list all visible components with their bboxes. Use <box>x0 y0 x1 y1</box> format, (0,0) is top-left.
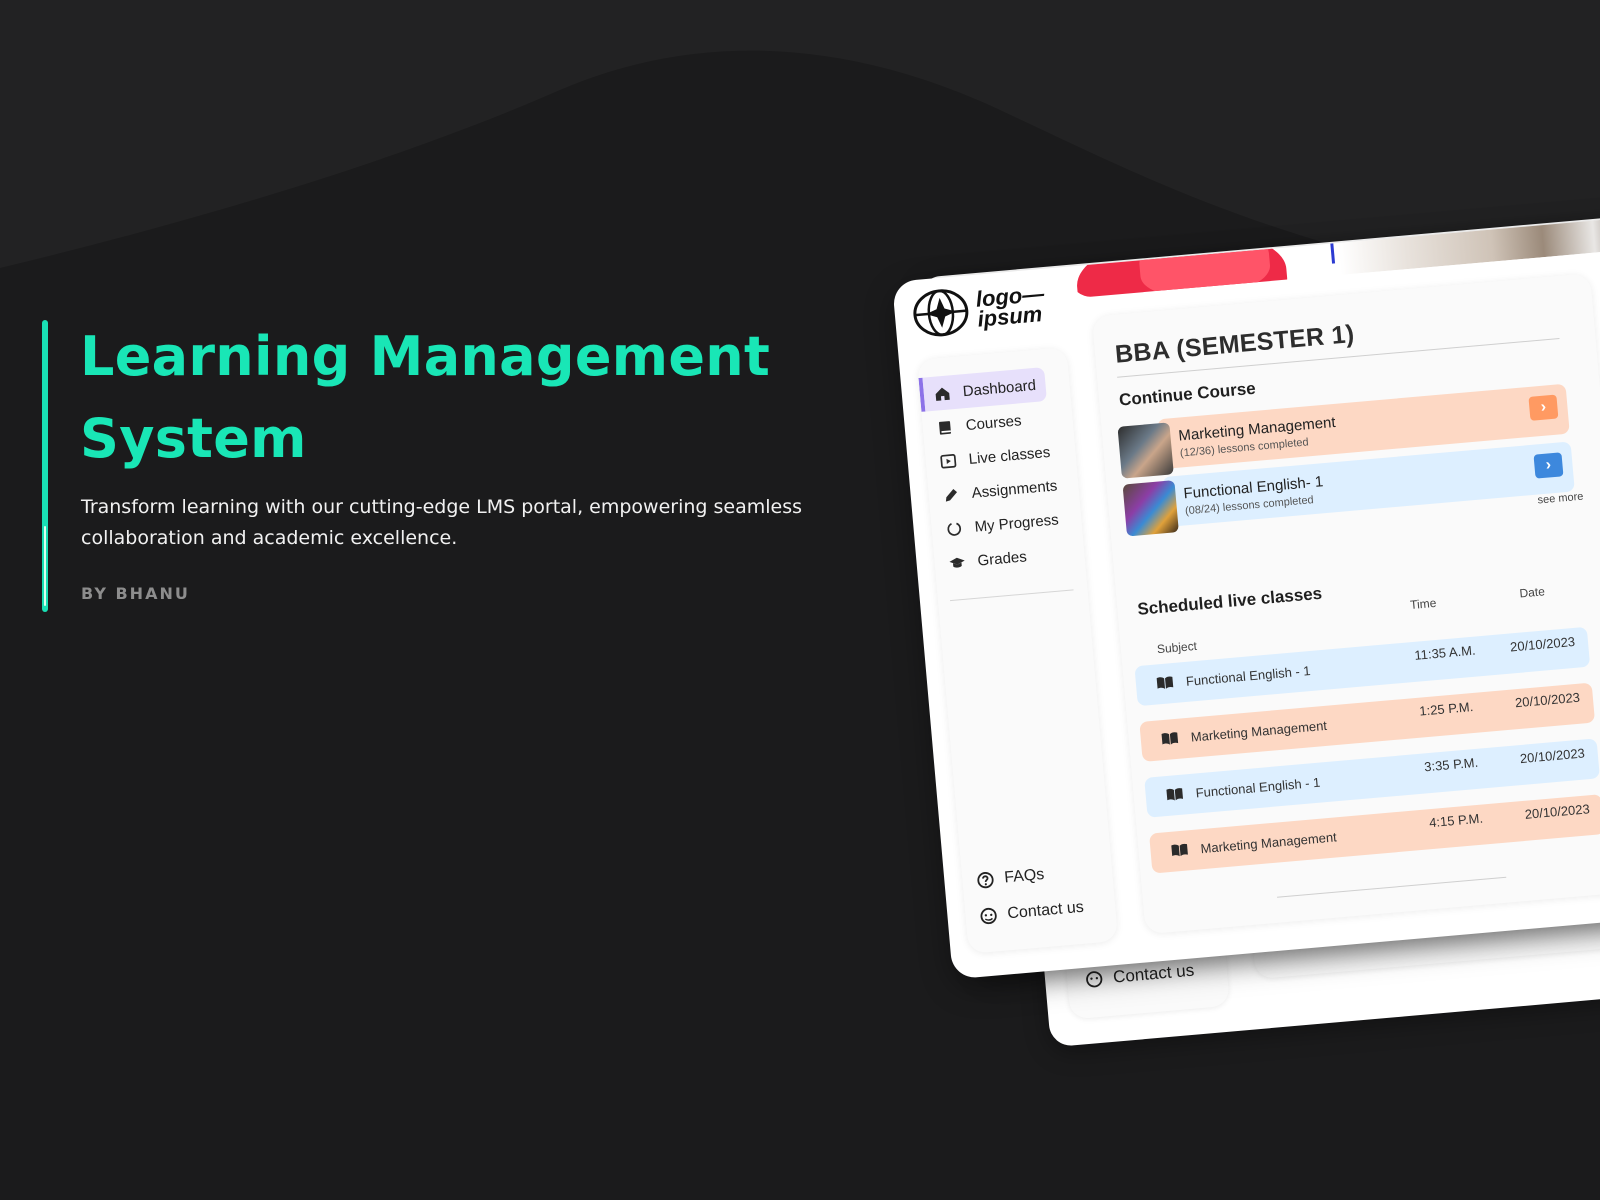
globe-logo-icon <box>913 289 969 337</box>
open-book-icon <box>1161 732 1179 745</box>
lms-dashboard-window: logo— ipsum Dashboard Courses Live class… <box>892 215 1600 980</box>
schedule-subject: Marketing Management <box>1190 717 1328 745</box>
graduation-cap-icon <box>949 557 965 568</box>
schedule-time: 11:35 A.M. <box>1413 642 1477 663</box>
faqs-label: FAQs <box>1003 866 1045 887</box>
support-icon <box>1086 971 1103 988</box>
sidebar-item-label: My Progress <box>973 510 1060 536</box>
open-book-icon <box>1166 788 1184 801</box>
column-header-date: Date <box>1518 584 1546 601</box>
sidebar-item-label: Dashboard <box>962 376 1037 400</box>
bottom-divider <box>1277 876 1507 898</box>
sidebar-item-label: Courses <box>965 411 1023 434</box>
banner-shape-highlight <box>1137 229 1273 299</box>
home-icon <box>935 387 950 401</box>
question-icon <box>977 872 994 889</box>
open-book-icon <box>1171 843 1188 857</box>
chevron-right-icon: › <box>1545 456 1552 474</box>
banner-photo <box>1335 215 1600 275</box>
pencil-icon <box>945 488 957 502</box>
schedule-time: 1:25 P.M. <box>1418 698 1474 719</box>
contact-us-label: Contact us <box>1112 960 1195 987</box>
continue-course-button[interactable]: › <box>1533 452 1564 479</box>
schedule-date: 20/10/2023 <box>1519 745 1586 767</box>
progress-circle-icon <box>947 521 962 536</box>
contact-us-label: Contact us <box>1006 898 1085 923</box>
open-book-icon <box>1156 676 1174 689</box>
course-thumbnail <box>1122 480 1179 537</box>
main-panel: BBA (SEMESTER 1) Continue Course Marketi… <box>1091 273 1600 935</box>
page-title: BBA (SEMESTER 1) <box>1113 319 1356 369</box>
contact-us-link[interactable]: Contact us <box>978 890 1085 935</box>
sidebar: Dashboard Courses Live classes Assignmen… <box>916 347 1119 954</box>
sidebar-divider <box>949 589 1074 602</box>
play-icon <box>940 453 957 469</box>
sidebar-footer: FAQs Contact us <box>975 854 1085 935</box>
support-icon <box>980 907 997 925</box>
schedule-subject: Functional English - 1 <box>1195 774 1321 801</box>
schedule-date: 20/10/2023 <box>1524 801 1591 822</box>
course-thumbnail <box>1117 422 1174 479</box>
schedule-subject: Functional English - 1 <box>1185 663 1312 689</box>
schedule-date: 20/10/2023 <box>1509 633 1576 655</box>
logo-text: logo— ipsum <box>974 280 1046 332</box>
column-header-subject: Subject <box>1156 638 1198 657</box>
banner-accent-line <box>1328 227 1336 264</box>
schedule-time: 4:15 P.M. <box>1428 810 1484 831</box>
schedule-subject: Marketing Management <box>1199 829 1338 857</box>
sidebar-item-label: Live classes <box>967 443 1051 468</box>
sidebar-item-label: Assignments <box>970 476 1058 502</box>
book-icon <box>938 420 951 435</box>
logo[interactable]: logo— ipsum <box>911 279 1047 340</box>
sidebar-item-label: Grades <box>976 547 1028 570</box>
schedule-date: 20/10/2023 <box>1514 689 1581 711</box>
see-more-link[interactable]: see more <box>1537 491 1584 507</box>
continue-course-heading: Continue Course <box>1118 378 1257 410</box>
scheduled-classes-heading: Scheduled live classes <box>1136 583 1323 619</box>
mockup-stage: Contact us Contact us logo— ipsum <box>0 0 1600 1200</box>
schedule-time: 3:35 P.M. <box>1423 754 1479 775</box>
continue-course-button[interactable]: › <box>1528 394 1559 421</box>
sidebar-nav: Dashboard Courses Live classes Assignmen… <box>917 347 1086 581</box>
column-header-time: Time <box>1409 595 1437 613</box>
chevron-right-icon: › <box>1539 398 1547 416</box>
